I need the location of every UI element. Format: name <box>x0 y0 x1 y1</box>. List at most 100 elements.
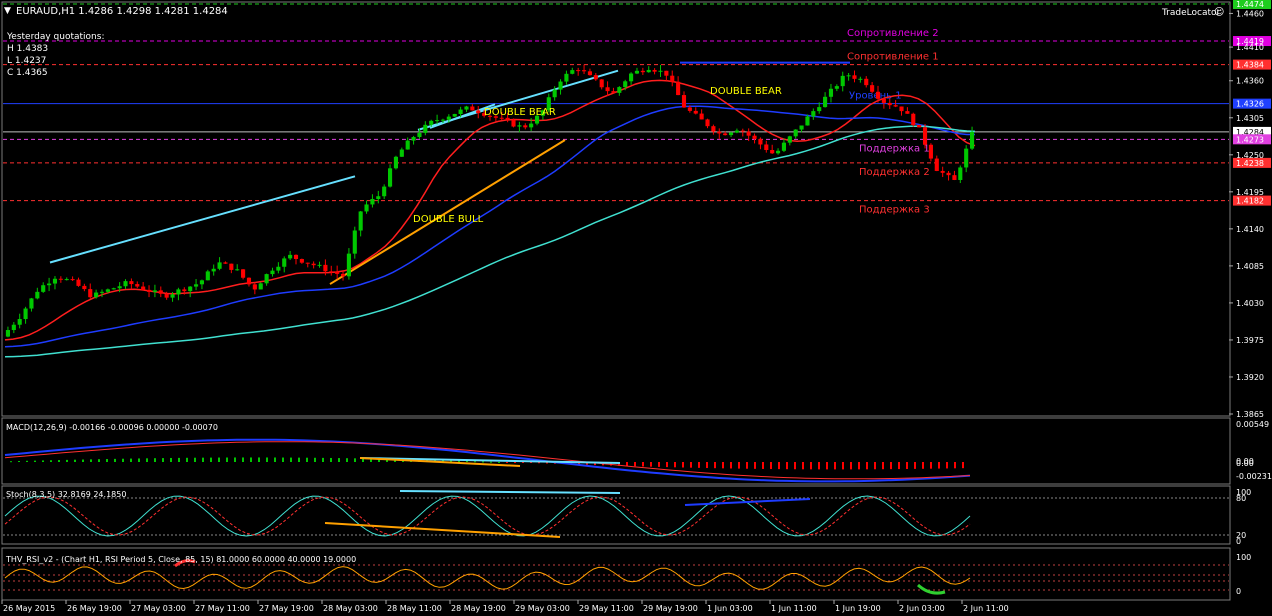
macd-histogram-bar <box>882 462 884 470</box>
tradelocator-label[interactable]: TradeLocator <box>1161 8 1221 18</box>
macd-histogram-bar <box>106 459 108 462</box>
macd-histogram-bar <box>194 457 196 462</box>
candle-body <box>35 291 40 299</box>
candle-body <box>752 135 757 139</box>
macd-histogram-bar <box>922 462 924 469</box>
macd-histogram-bar <box>818 462 820 470</box>
candle-body <box>358 211 363 231</box>
smiley-icon: ☺ <box>1214 7 1224 18</box>
macd-histogram-bar <box>114 458 116 462</box>
chart-background <box>0 0 1272 616</box>
candle-body <box>393 156 398 169</box>
candle-body <box>305 262 310 264</box>
candle-body <box>558 81 563 90</box>
candle-body <box>440 119 446 121</box>
macd-histogram-bar <box>642 462 644 467</box>
macd-histogram-bar <box>490 461 492 463</box>
macd-histogram-bar <box>346 458 348 462</box>
macd-histogram-bar <box>762 462 764 469</box>
candle-body <box>840 75 845 87</box>
y-tick-label: 1.4305 <box>1236 114 1264 123</box>
candle-body <box>958 167 963 180</box>
candle-body <box>952 175 957 180</box>
candle-body <box>464 106 469 110</box>
double-bear-annotation-1: DOUBLE BEAR <box>484 107 556 118</box>
candle-body <box>934 158 939 171</box>
candle-body <box>258 283 263 290</box>
candle-body <box>705 119 710 127</box>
macd-histogram-bar <box>482 461 484 463</box>
macd-histogram-bar <box>730 462 732 469</box>
candle-body <box>846 75 851 77</box>
candle-body <box>82 285 87 290</box>
macd-histogram-bar <box>202 457 204 462</box>
macd-histogram-bar <box>954 462 956 469</box>
candle-body <box>117 286 122 289</box>
candle-body <box>599 79 604 88</box>
candle-body <box>634 70 640 74</box>
trading-chart[interactable]: Сопротивление 3 1.4474 Сопротивление 2 1.44… <box>0 0 1272 616</box>
macd-histogram-bar <box>802 462 804 470</box>
candle-body <box>858 78 863 80</box>
price-tag-label: 1.4326 <box>1236 100 1264 109</box>
candle-body <box>76 279 81 286</box>
candle-body <box>887 102 892 106</box>
candle-body <box>364 204 369 212</box>
macd-histogram-bar <box>722 462 724 469</box>
candle-body <box>317 264 322 266</box>
macd-histogram-bar <box>242 457 244 462</box>
level-label: Поддержка 3 <box>859 205 930 216</box>
quotes-close: C 1.4365 <box>7 68 48 78</box>
candle-body <box>70 279 75 281</box>
triangle-down-icon[interactable]: ▼ <box>4 6 11 16</box>
indicator-tick-label: 0.00 <box>1236 459 1254 468</box>
candle-body <box>552 89 557 98</box>
level-label: Сопротивление 3 <box>847 0 939 2</box>
macd-histogram-bar <box>82 459 84 462</box>
candle-body <box>188 286 193 292</box>
candle-body <box>170 294 175 298</box>
candle-body <box>135 284 140 287</box>
candle-body <box>164 293 169 298</box>
candle-body <box>746 131 751 136</box>
candle-body <box>329 271 334 273</box>
candle-body <box>587 71 592 76</box>
candle-body <box>58 278 63 280</box>
level-label: Поддержка 1 <box>859 143 930 154</box>
y-tick-label: 1.3920 <box>1236 373 1264 382</box>
macd-histogram-bar <box>162 458 164 462</box>
candle-body <box>605 87 610 92</box>
symbol-line: EURAUD,H1 1.4286 1.4298 1.4281 1.4284 <box>16 6 228 17</box>
candle-body <box>217 262 222 269</box>
candle-body <box>658 70 663 72</box>
candle-body <box>382 186 387 197</box>
candle-body <box>323 264 328 272</box>
candle-body <box>370 198 375 205</box>
macd-histogram-bar <box>130 458 132 462</box>
candle-body <box>199 280 204 285</box>
candle-body <box>94 292 99 298</box>
macd-histogram-bar <box>322 457 324 462</box>
macd-histogram-bar <box>298 457 300 462</box>
macd-histogram-bar <box>826 462 828 470</box>
candle-body <box>517 125 522 127</box>
candle-body <box>23 308 28 320</box>
candle-body <box>5 330 10 337</box>
macd-histogram-bar <box>810 462 812 470</box>
candle-body <box>875 91 881 99</box>
macd-header: MACD(12,26,9) -0.00166 -0.00096 0.00000 … <box>6 423 218 432</box>
candle-body <box>399 149 404 157</box>
candle-body <box>646 69 651 73</box>
macd-histogram-bar <box>930 462 932 469</box>
x-tick-label: 1 Jun 03:00 <box>707 604 753 613</box>
candle-body <box>911 113 916 125</box>
y-tick-label: 1.3975 <box>1236 336 1264 345</box>
y-tick-label: 1.4030 <box>1236 299 1264 308</box>
candle-body <box>293 254 299 259</box>
candle-body <box>664 70 669 76</box>
candle-body <box>711 126 716 132</box>
x-tick-label: 28 May 11:00 <box>387 604 442 613</box>
macd-histogram-bar <box>962 462 964 469</box>
macd-histogram-bar <box>914 462 916 469</box>
quotes-high: H 1.4383 <box>7 44 48 54</box>
